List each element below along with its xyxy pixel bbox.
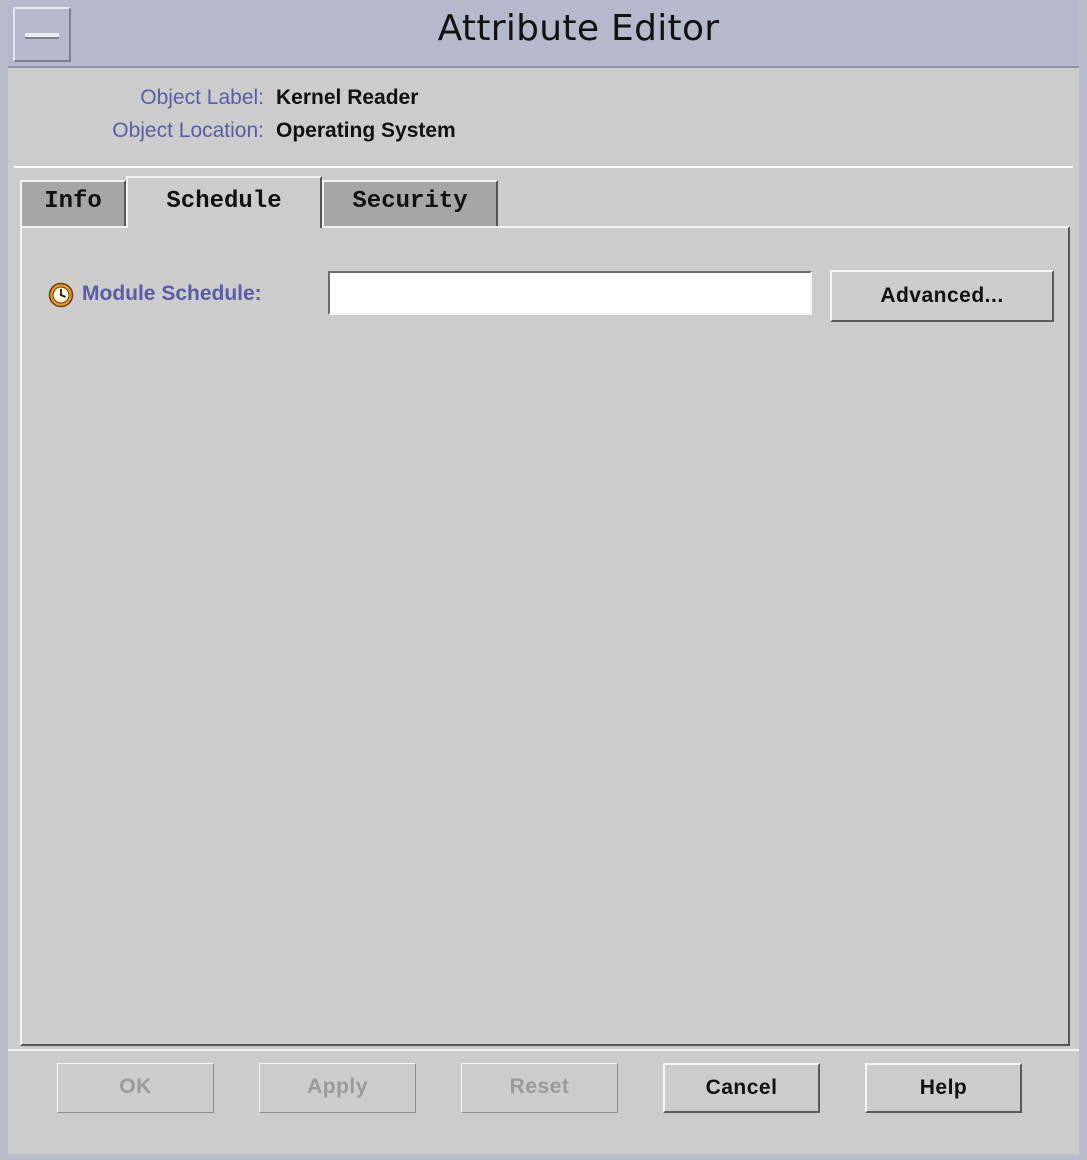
- window-title: Attribute Editor: [437, 8, 720, 49]
- window-menu-button[interactable]: [13, 7, 71, 62]
- header-separator: [14, 166, 1073, 168]
- object-location-value: Operating System: [276, 119, 456, 142]
- apply-button[interactable]: Apply: [259, 1063, 416, 1113]
- module-schedule-label: Module Schedule:: [82, 282, 262, 305]
- tab-security[interactable]: Security: [322, 180, 498, 226]
- footer-separator: [8, 1049, 1079, 1051]
- tab-schedule[interactable]: Schedule: [126, 176, 322, 228]
- clock-icon: [48, 282, 74, 308]
- schedule-panel: Module Schedule: Advanced...: [20, 226, 1070, 1046]
- title-bar: Attribute Editor: [8, 0, 1079, 68]
- ok-button[interactable]: OK: [57, 1063, 214, 1113]
- attribute-editor-window: Attribute Editor Object Label: Kernel Re…: [0, 0, 1087, 1160]
- tab-info[interactable]: Info: [20, 180, 126, 226]
- advanced-button[interactable]: Advanced...: [830, 270, 1054, 322]
- reset-button[interactable]: Reset: [461, 1063, 618, 1113]
- cancel-button[interactable]: Cancel: [663, 1063, 820, 1113]
- module-schedule-input[interactable]: [328, 271, 812, 315]
- object-label-caption: Object Label:: [140, 86, 264, 109]
- object-label-value: Kernel Reader: [276, 86, 419, 109]
- object-location-caption: Object Location:: [112, 119, 264, 142]
- window-menu-icon: [25, 33, 59, 39]
- help-button[interactable]: Help: [865, 1063, 1022, 1113]
